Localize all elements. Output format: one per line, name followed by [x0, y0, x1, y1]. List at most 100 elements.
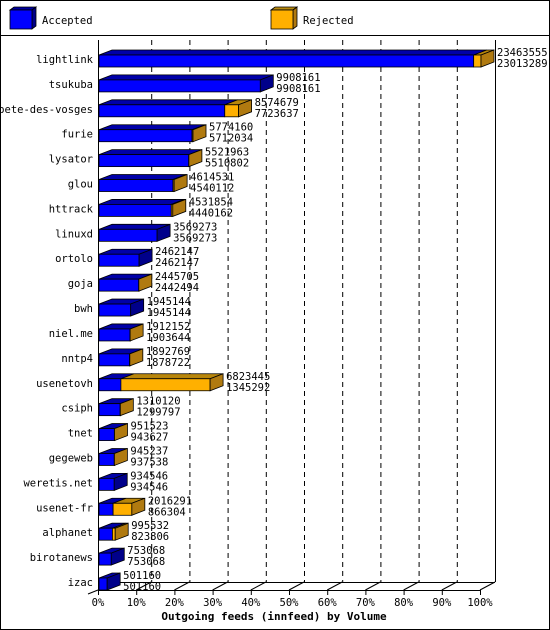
value-label-accepted: 2462147 [155, 257, 199, 269]
value-label-accepted: 7723637 [255, 108, 299, 120]
bar-accepted [98, 303, 132, 317]
bar-top-accepted [98, 149, 202, 156]
x-tick-label: 10% [127, 597, 147, 609]
category-label: httrack [49, 203, 94, 215]
x-tick-label: 40% [241, 597, 261, 609]
value-label-accepted: 866304 [148, 506, 186, 518]
bar-top-accepted [98, 174, 187, 180]
bar-top-accepted [98, 74, 274, 81]
value-label-accepted: 823806 [131, 531, 169, 543]
bar-accepted [98, 129, 193, 143]
bar-accepted [98, 278, 140, 292]
bar-accepted [98, 378, 122, 392]
bar-accepted [98, 204, 172, 217]
category-label: birotanews [30, 552, 93, 564]
bar-bete-des-vosges [98, 99, 253, 118]
bar-top-accepted [98, 99, 238, 106]
bar-lightlink [98, 49, 495, 68]
value-label-accepted: 5510802 [205, 158, 249, 170]
bar-accepted [98, 179, 174, 192]
bar-accepted [98, 228, 158, 242]
bar-top-rejected [120, 373, 224, 380]
category-label: lightlink [36, 54, 94, 66]
category-label: usenet-fr [36, 502, 93, 514]
bar-accepted [98, 79, 261, 93]
bar-accepted [98, 577, 108, 591]
bar-rejected [112, 527, 116, 541]
category-label: csiph [61, 403, 93, 415]
value-label-accepted: 753068 [127, 556, 165, 568]
legend-swatch-accepted [8, 6, 38, 30]
x-tick-label: 0% [92, 597, 105, 609]
bar-top-accepted [98, 199, 185, 205]
x-tick-label: 20% [165, 597, 185, 609]
bar-accepted [98, 54, 475, 68]
bar-nntp4 [98, 348, 144, 367]
category-label: bwh [74, 303, 93, 315]
bar-bwh [98, 298, 145, 317]
x-tick-label: 60% [318, 597, 338, 609]
category-label: linuxd [55, 228, 93, 240]
bar-rejected [120, 378, 211, 392]
bar-accepted [98, 477, 115, 491]
value-label-accepted: 943627 [130, 432, 168, 444]
category-label: gegeweb [49, 452, 93, 464]
x-tick-label: 50% [280, 597, 300, 609]
bar-goja [98, 273, 153, 292]
bar-accepted [98, 328, 131, 342]
value-label-accepted: 1878722 [146, 357, 190, 369]
category-label: alphanet [42, 527, 93, 539]
category-label: bete-des-vosges [0, 104, 93, 116]
value-label-accepted: 501160 [123, 581, 161, 593]
bar-accepted [98, 253, 140, 267]
bar-accepted [98, 154, 190, 168]
legend-label-rejected: Rejected [303, 15, 354, 27]
value-label-accepted: 2442494 [155, 282, 199, 294]
value-label-accepted: 3569273 [173, 232, 217, 244]
category-label: niel.me [49, 328, 93, 340]
bar-accepted [98, 428, 115, 441]
bar-accepted [98, 527, 113, 541]
category-label: tnet [68, 428, 93, 440]
category-label: furie [61, 129, 93, 141]
x-tick-label: 80% [394, 597, 414, 609]
bar-lysator [98, 149, 203, 168]
category-label: usenetovh [36, 378, 93, 390]
value-label-accepted: 5712034 [209, 133, 253, 145]
value-label-accepted: 934546 [130, 481, 168, 493]
bar-accepted [98, 502, 114, 516]
value-label-accepted: 1345292 [226, 382, 270, 394]
category-label: ortolo [55, 253, 93, 265]
value-label-accepted: 4540112 [190, 183, 234, 195]
category-label: izac [68, 577, 93, 589]
value-label-accepted: 4440162 [189, 207, 233, 219]
value-label-accepted: 1299797 [136, 407, 180, 419]
bar-glou [98, 173, 188, 193]
bar-furie [98, 124, 207, 143]
bar-linuxd [98, 223, 171, 242]
category-label: lysator [49, 154, 93, 166]
bar-httrack [98, 198, 187, 218]
bar-rejected [473, 54, 482, 68]
value-label-accepted: 1903644 [146, 332, 190, 344]
chart-svg: Accepted Rejected lightlink tsukuba bete-d… [0, 0, 550, 630]
bar-accepted [98, 353, 130, 367]
category-label: tsukuba [49, 79, 93, 91]
bar-rejected [224, 104, 240, 118]
legend-label-accepted: Accepted [42, 15, 93, 27]
bar-ortolo [98, 248, 153, 267]
bar-top-accepted [98, 49, 487, 56]
x-tick-label: 30% [203, 597, 223, 609]
bar-usenet-fr [98, 497, 146, 516]
bar-niel.me [98, 323, 144, 342]
bar-accepted [98, 104, 226, 118]
bar-accepted [98, 453, 115, 466]
category-label: goja [68, 278, 93, 290]
bar-usenetovh [98, 373, 224, 392]
x-tick-label: 100% [467, 597, 493, 609]
value-label-accepted: 1945144 [147, 307, 191, 319]
value-label-accepted: 9908161 [276, 83, 320, 95]
x-tick-label: 70% [356, 597, 376, 609]
bar-accepted [98, 552, 112, 566]
chart-container: Accepted Rejected lightlink tsukuba bete-d… [0, 0, 550, 630]
